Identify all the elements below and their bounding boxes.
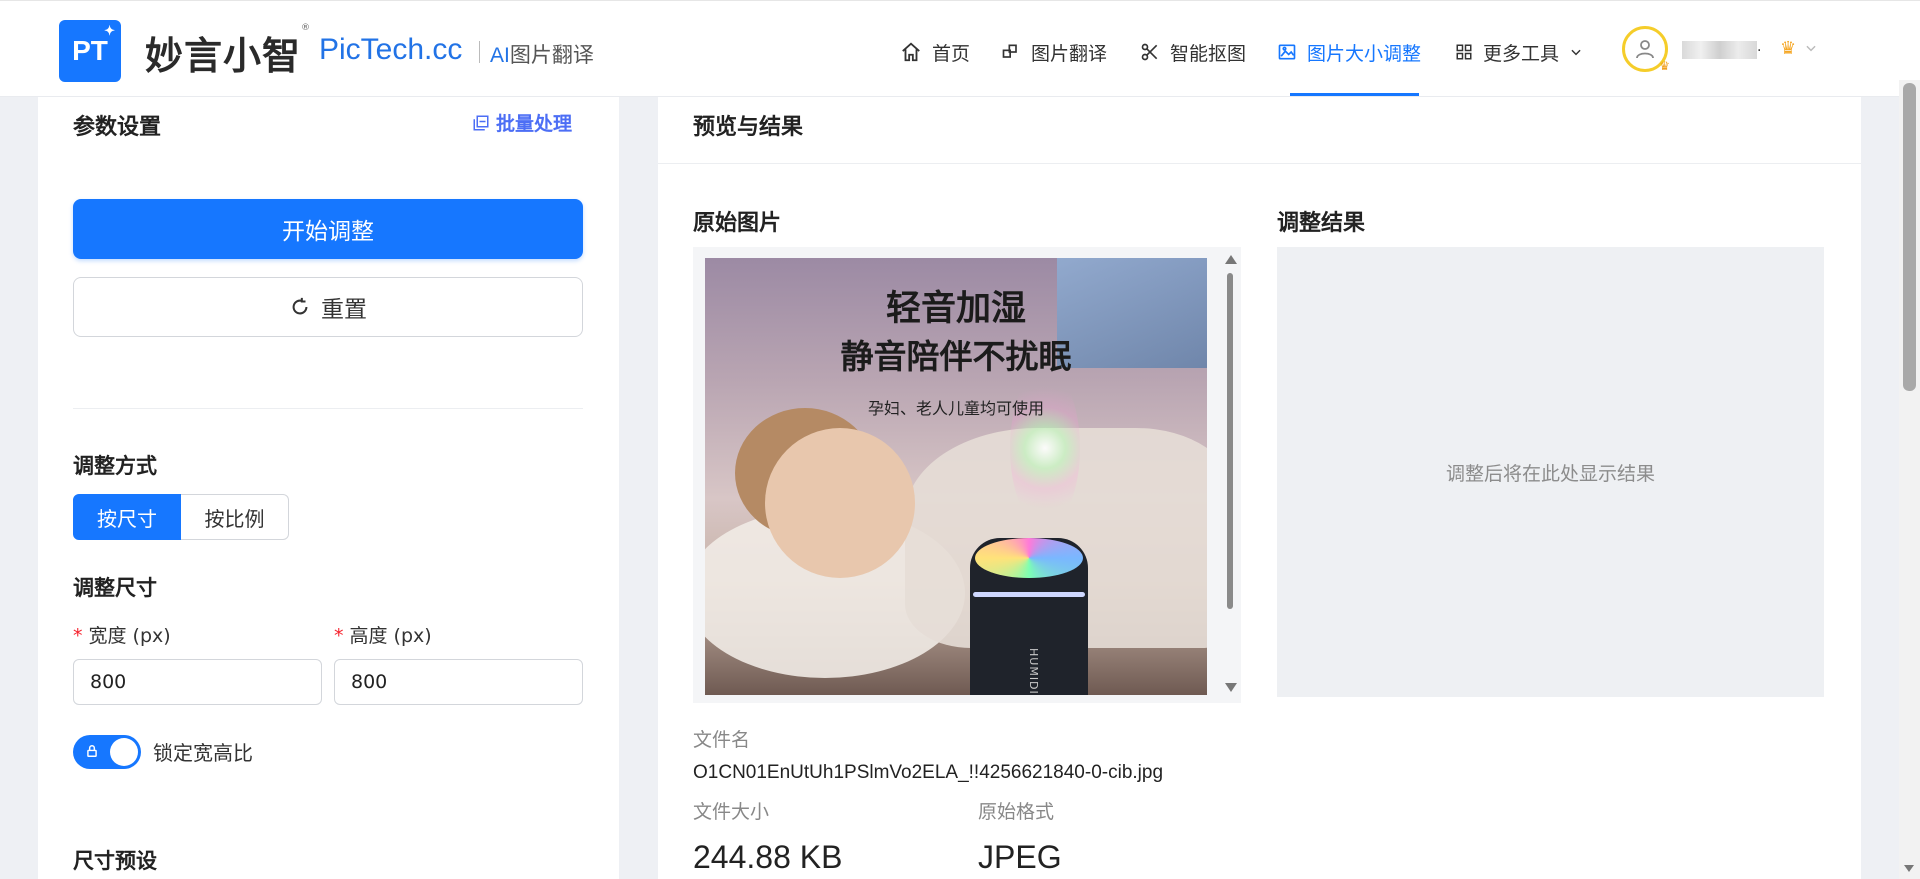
device-label: HUMIDIFIER xyxy=(1027,648,1040,695)
nav-image-translate[interactable]: 图片翻译 xyxy=(1001,37,1107,67)
active-nav-indicator xyxy=(1290,93,1419,96)
brand-name-en[interactable]: PicTech.cc xyxy=(319,33,462,67)
grid-icon xyxy=(1456,44,1472,60)
crown-icon[interactable]: ♛ xyxy=(1780,38,1796,59)
scroll-down-arrow-icon[interactable] xyxy=(1225,683,1237,692)
format-label: 原始格式 xyxy=(978,801,1055,823)
panel-divider xyxy=(658,163,1861,164)
image-scrollbar[interactable] xyxy=(1223,255,1237,695)
required-mark: * xyxy=(73,625,83,647)
user-menu-chevron-icon[interactable] xyxy=(1804,41,1818,55)
preview-panel: 预览与结果 原始图片 调整结果 HUMIDIFIER 轻音加湿 静音陪伴不扰眠 … xyxy=(658,97,1861,879)
translate-icon xyxy=(1002,44,1017,58)
resize-mode-label: 调整方式 xyxy=(73,454,157,478)
toggle-knob xyxy=(110,738,138,766)
result-title: 调整结果 xyxy=(1277,211,1366,236)
filesize-value: 244.88 KB xyxy=(693,839,843,875)
lock-icon xyxy=(87,745,97,757)
lock-aspect-toggle[interactable] xyxy=(73,735,141,769)
user-icon xyxy=(1636,40,1654,59)
width-label: * 宽度 (px) xyxy=(73,625,171,647)
image-headline: 轻音加湿 xyxy=(885,289,1026,329)
nav-smart-cutout[interactable]: 智能抠图 xyxy=(1140,37,1246,67)
settings-panel: 参数设置 批量处理 开始调整 重置 调整方式 按尺寸 按比例 调整尺寸 * 宽度 … xyxy=(38,97,619,879)
scroll-up-arrow-icon[interactable] xyxy=(1225,255,1237,264)
home-icon xyxy=(902,42,920,62)
mode-by-size-option[interactable]: 按尺寸 xyxy=(73,494,181,540)
batch-process-link[interactable]: 批量处理 xyxy=(472,109,572,136)
brand-name-cn[interactable]: 妙言小智® xyxy=(145,23,312,80)
scissors-icon xyxy=(1141,43,1158,61)
reset-button[interactable]: 重置 xyxy=(73,277,583,337)
vip-badge-icon: ♛ xyxy=(1659,59,1670,73)
brand-logo[interactable]: PT ✦ xyxy=(59,20,121,82)
logo-text: PT xyxy=(72,35,108,66)
brand-divider xyxy=(479,41,480,63)
refresh-icon xyxy=(292,297,308,315)
top-navbar: PT ✦ 妙言小智® PicTech.cc AI图片翻译 首页 图片翻译 智能抠… xyxy=(0,0,1920,97)
settings-title: 参数设置 xyxy=(73,115,162,140)
result-placeholder: 调整后将在此处显示结果 xyxy=(1277,247,1824,697)
width-input[interactable]: 800 xyxy=(73,659,322,705)
filename-label: 文件名 xyxy=(693,729,751,751)
filename-value: O1CN01EnUtUh1PSlmVo2ELA_!!4256621840-0-c… xyxy=(693,762,1164,783)
image-caption: 孕妇、老人儿童均可使用 xyxy=(867,399,1044,418)
original-image: HUMIDIFIER 轻音加湿 静音陪伴不扰眠 孕妇、老人儿童均可使用 xyxy=(705,258,1207,695)
sparkle-icon: ✦ xyxy=(104,23,115,38)
registered-mark: ® xyxy=(301,23,312,33)
batch-icon xyxy=(473,115,489,130)
section-divider xyxy=(73,408,583,409)
lock-aspect-label: 锁定宽高比 xyxy=(153,741,253,765)
chevron-down-icon xyxy=(1571,49,1581,56)
resize-mode-toggle: 按尺寸 按比例 xyxy=(73,494,289,540)
scroll-thumb[interactable] xyxy=(1227,273,1233,609)
brand-tagline: AI图片翻译 xyxy=(490,43,594,67)
page-scrollbar[interactable] xyxy=(1899,80,1920,879)
mode-by-ratio-option[interactable]: 按比例 xyxy=(181,494,289,540)
height-input[interactable]: 800 xyxy=(334,659,583,705)
user-avatar[interactable]: ♛ xyxy=(1622,26,1670,73)
nav-more-tools[interactable]: 更多工具 xyxy=(1455,37,1583,67)
format-value: JPEG xyxy=(978,839,1062,875)
preview-title: 预览与结果 xyxy=(693,115,804,140)
username-redacted[interactable] xyxy=(1682,41,1757,59)
height-label: * 高度 (px) xyxy=(334,625,432,647)
original-image-title: 原始图片 xyxy=(693,211,782,236)
page-scroll-down-icon[interactable] xyxy=(1904,865,1914,872)
required-mark: * xyxy=(334,625,344,647)
page-scroll-thumb[interactable] xyxy=(1903,83,1916,391)
start-resize-button[interactable]: 开始调整 xyxy=(73,199,583,259)
size-preset-label: 尺寸预设 xyxy=(73,849,157,873)
resize-size-label: 调整尺寸 xyxy=(73,576,157,600)
filesize-label: 文件大小 xyxy=(693,801,770,823)
nav-home[interactable]: 首页 xyxy=(900,37,970,67)
username-suffix: . xyxy=(1757,39,1762,55)
image-icon xyxy=(1278,44,1296,60)
image-subheadline: 静音陪伴不扰眠 xyxy=(840,337,1072,376)
nav-image-resize[interactable]: 图片大小调整 xyxy=(1277,37,1421,67)
